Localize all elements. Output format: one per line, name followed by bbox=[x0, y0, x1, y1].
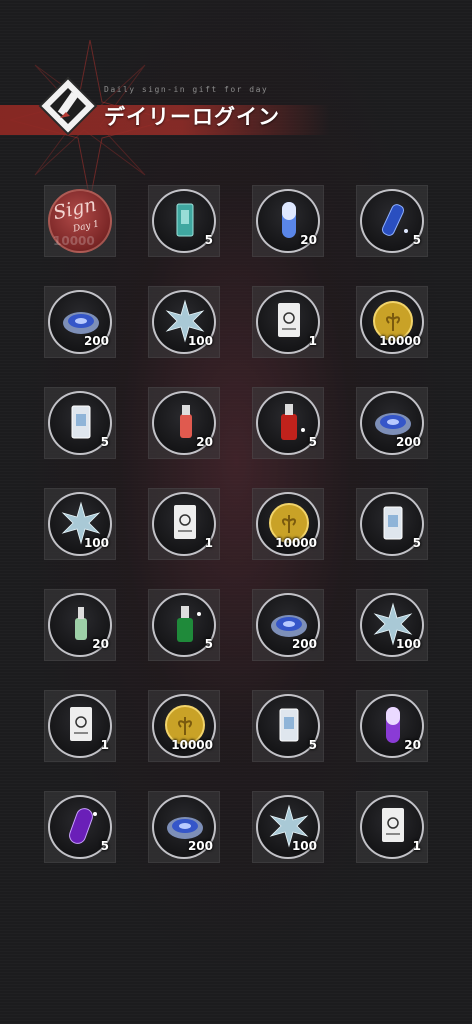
header-subtitle: Daily sign-in gift for day bbox=[104, 85, 269, 94]
reward-quantity: 10000 bbox=[275, 536, 317, 550]
reward-day-24[interactable]: 20 bbox=[356, 690, 428, 762]
reward-day-4[interactable]: 5 bbox=[356, 185, 428, 257]
reward-day-8[interactable]: 10000 bbox=[356, 286, 428, 358]
reward-quantity: 20 bbox=[300, 233, 317, 247]
purple-capsule-large-icon bbox=[69, 808, 97, 844]
reward-day-28[interactable]: 1 bbox=[356, 791, 428, 863]
reward-day-2[interactable]: 5 bbox=[148, 185, 220, 257]
reward-quantity: 5 bbox=[204, 637, 213, 651]
reward-quantity: 5 bbox=[204, 233, 213, 247]
reward-quantity: 100 bbox=[83, 536, 109, 550]
reward-quantity: 100 bbox=[291, 839, 317, 853]
reward-day-12[interactable]: 200 bbox=[356, 387, 428, 459]
reward-day-26[interactable]: 200 bbox=[148, 791, 220, 863]
reward-day-5[interactable]: 200 bbox=[44, 286, 116, 358]
reward-day-13[interactable]: 100 bbox=[44, 488, 116, 560]
reward-quantity: 200 bbox=[187, 839, 213, 853]
reward-quantity: 200 bbox=[395, 435, 421, 449]
reward-quantity: 5 bbox=[412, 536, 421, 550]
reward-day-10[interactable]: 20 bbox=[148, 387, 220, 459]
reward-quantity: 20 bbox=[92, 637, 109, 651]
white-card-icon bbox=[382, 808, 404, 842]
reward-day-14[interactable]: 1 bbox=[148, 488, 220, 560]
reward-quantity: 1 bbox=[204, 536, 213, 550]
reward-day-7[interactable]: 1 bbox=[252, 286, 324, 358]
reward-quantity: 5 bbox=[412, 233, 421, 247]
white-battery-icon bbox=[279, 708, 299, 742]
reward-quantity: 100 bbox=[395, 637, 421, 651]
blue-vial-icon bbox=[381, 204, 408, 236]
reward-quantity: 10000 bbox=[171, 738, 213, 752]
reward-day-21[interactable]: 1 bbox=[44, 690, 116, 762]
reward-quantity: 20 bbox=[196, 435, 213, 449]
reward-quantity: 5 bbox=[308, 738, 317, 752]
reward-day-19[interactable]: 200 bbox=[252, 589, 324, 661]
reward-day-27[interactable]: 100 bbox=[252, 791, 324, 863]
white-card-icon bbox=[70, 707, 92, 741]
reward-quantity: 200 bbox=[83, 334, 109, 348]
reward-quantity: 10000 bbox=[379, 334, 421, 348]
teal-battery-icon bbox=[176, 203, 194, 237]
green-serum-large-icon bbox=[177, 606, 201, 642]
reward-day-3[interactable]: 20 bbox=[252, 185, 324, 257]
reward-quantity: 5 bbox=[100, 435, 109, 449]
reward-quantity: 1 bbox=[412, 839, 421, 853]
reward-day-11[interactable]: 5 bbox=[252, 387, 324, 459]
reward-day-18[interactable]: 5 bbox=[148, 589, 220, 661]
pen-tool-emblem-icon bbox=[38, 76, 98, 136]
reward-quantity: 1 bbox=[308, 334, 317, 348]
reward-quantity: 100 bbox=[187, 334, 213, 348]
white-battery-icon bbox=[71, 405, 91, 439]
reward-day-22[interactable]: 10000 bbox=[148, 690, 220, 762]
white-card-icon bbox=[174, 505, 196, 539]
red-serum-large-icon bbox=[281, 404, 305, 440]
claimed-quantity: 10000 bbox=[53, 234, 95, 248]
reward-day-23[interactable]: 5 bbox=[252, 690, 324, 762]
reward-day-25[interactable]: 5 bbox=[44, 791, 116, 863]
reward-day-16[interactable]: 5 bbox=[356, 488, 428, 560]
reward-quantity: 200 bbox=[291, 637, 317, 651]
reward-day-15[interactable]: 10000 bbox=[252, 488, 324, 560]
reward-quantity: 5 bbox=[100, 839, 109, 853]
reward-day-20[interactable]: 100 bbox=[356, 589, 428, 661]
reward-quantity: 5 bbox=[308, 435, 317, 449]
page-title: デイリーログイン bbox=[104, 105, 280, 129]
white-card-icon bbox=[278, 303, 300, 337]
reward-quantity: 1 bbox=[100, 738, 109, 752]
reward-quantity: 20 bbox=[404, 738, 421, 752]
reward-day-17[interactable]: 20 bbox=[44, 589, 116, 661]
reward-day-1[interactable]: Sign Day 1 10000 bbox=[44, 185, 116, 257]
white-battery-icon bbox=[383, 506, 403, 540]
reward-day-6[interactable]: 100 bbox=[148, 286, 220, 358]
reward-day-9[interactable]: 5 bbox=[44, 387, 116, 459]
